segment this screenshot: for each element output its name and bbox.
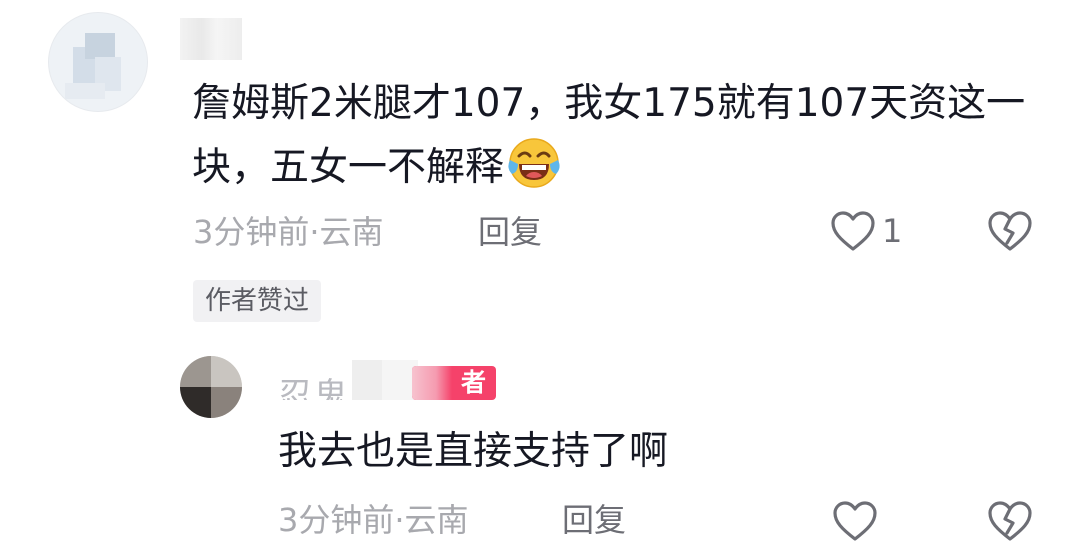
reply-username-blurred[interactable]: 忍鬼 bbox=[278, 360, 418, 400]
avatar[interactable] bbox=[48, 12, 148, 112]
comment-text: 詹姆斯2米腿才107，我女175就有107天资这一块，五女一不解释 bbox=[192, 74, 1052, 198]
author-liked-badge: 作者赞过 bbox=[193, 280, 322, 322]
reply-button[interactable]: 回复 bbox=[478, 212, 542, 252]
author-tag-label: 者 bbox=[460, 368, 486, 397]
reply-broken-heart-icon[interactable] bbox=[987, 500, 1033, 542]
author-tag-blurred bbox=[412, 366, 452, 400]
username-blurred[interactable] bbox=[180, 18, 242, 60]
like-button[interactable]: 1 bbox=[830, 210, 902, 252]
author-tag: 者 bbox=[412, 366, 496, 400]
reply-text: 我去也是直接支持了啊 bbox=[278, 429, 669, 474]
reply-avatar[interactable] bbox=[180, 356, 242, 418]
laughing-with-tears-emoji-icon bbox=[508, 138, 560, 188]
broken-heart-icon[interactable] bbox=[987, 210, 1033, 252]
comment-meta-time-location: 3分钟前·云南 bbox=[193, 213, 384, 251]
comment-text-body: 詹姆斯2米腿才107，我女175就有107天资这一块，五女一不解释 bbox=[192, 81, 1026, 190]
reply-username-partial: 忍鬼 bbox=[278, 376, 350, 400]
like-count: 1 bbox=[882, 212, 903, 250]
reply-meta-time-location: 3分钟前·云南 bbox=[278, 501, 469, 539]
heart-outline-icon bbox=[831, 211, 875, 251]
reply-reply-button[interactable]: 回复 bbox=[562, 500, 626, 540]
reply-like-heart-icon[interactable] bbox=[832, 500, 878, 542]
